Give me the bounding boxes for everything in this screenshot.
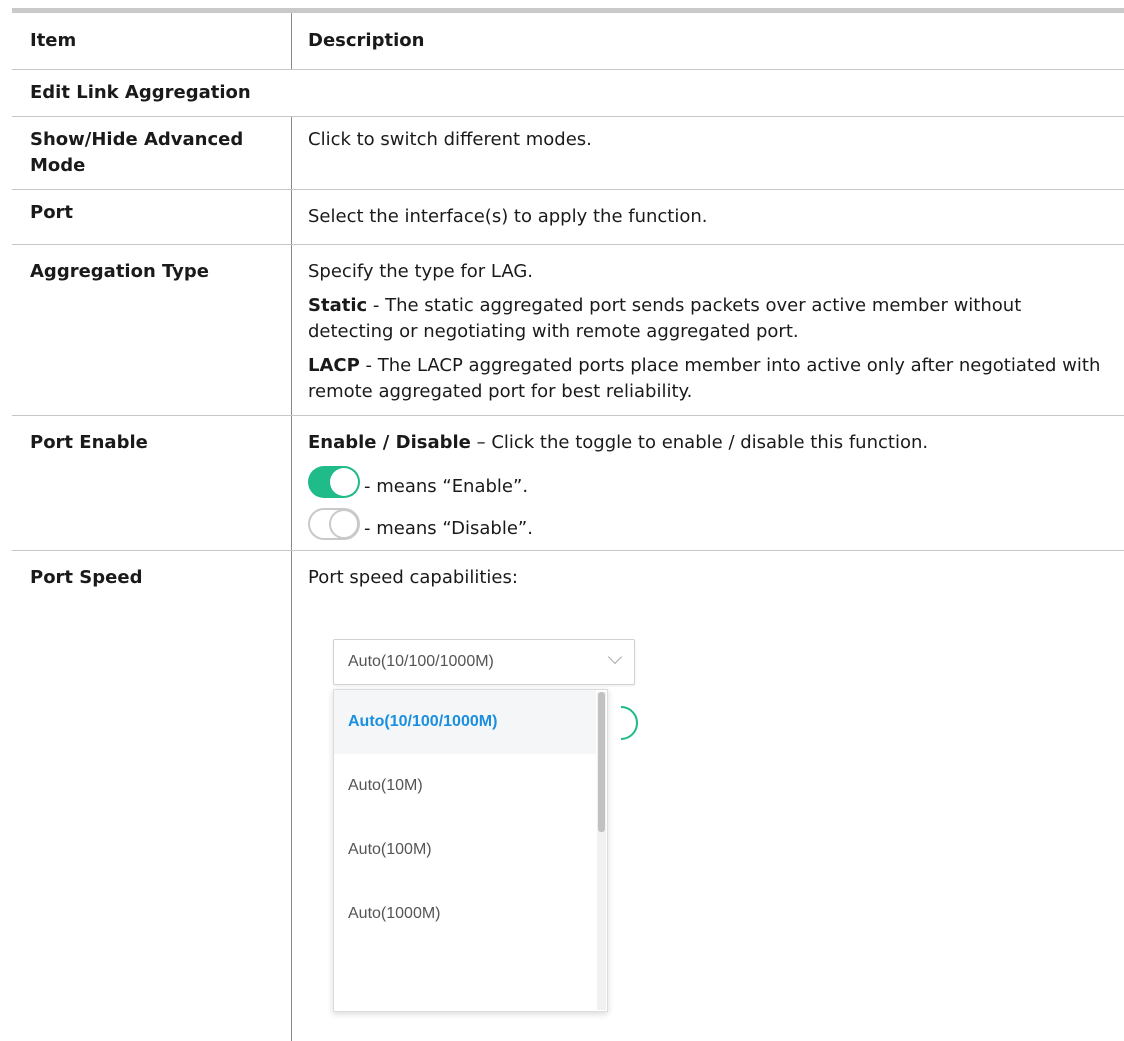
option-auto-10-100-1000m[interactable]: Auto(10/100/1000M) [334,690,596,754]
option-auto-10m[interactable]: Auto(10M) [334,754,596,818]
description-table: Item Description Edit Link Aggregation S… [12,8,1124,1041]
chevron-down-icon [607,649,623,665]
toggle-off-line: - means “Disable”. [308,500,1108,540]
dropdown-scrollbar[interactable] [597,692,606,1010]
table-header-row: Item Description [12,13,1124,70]
header-description: Description [308,30,425,51]
toggle-on-icon [308,466,360,498]
speed-screenshot: Auto(10/100/1000M) Auto(10/100/1000M) Au… [308,591,1108,1031]
scrollbar-thumb[interactable] [598,692,605,832]
section-row: Edit Link Aggregation [12,70,1124,117]
enable-text: – Click the toggle to enable / disable t… [470,432,929,453]
table-row: Port Speed Port speed capabilities: Auto… [12,551,1124,1041]
aggregation-intro: Specify the type for LAG. [308,261,533,282]
port-speed-dropdown: Auto(10/100/1000M) Auto(10M) Auto(100M) … [333,689,608,1012]
toggle-off-icon [308,508,360,540]
row-description: Enable / Disable – Click the toggle to e… [292,416,1124,550]
table-row: Port Select the interface(s) to apply th… [12,190,1124,245]
table-row: Aggregation Type Specify the type for LA… [12,245,1124,416]
toggle-peek-icon [621,706,638,740]
lacp-text: - The LACP aggregated ports place member… [308,355,1101,402]
static-paragraph: Static - The static aggregated port send… [308,293,1108,345]
option-auto-100m[interactable]: Auto(100M) [334,818,596,882]
row-description: Select the interface(s) to apply the fun… [308,206,708,227]
enable-paragraph: Enable / Disable – Click the toggle to e… [308,430,1108,456]
row-item: Show/Hide Advanced Mode [12,117,292,189]
table-row: Show/Hide Advanced Mode Click to switch … [12,117,1124,190]
enable-label: Enable / Disable [308,432,471,453]
port-speed-select[interactable]: Auto(10/100/1000M) [333,639,635,685]
table-row: Port Enable Enable / Disable – Click the… [12,416,1124,551]
section-title: Edit Link Aggregation [30,82,251,103]
lacp-label: LACP [308,355,360,376]
header-item: Item [12,13,292,69]
speed-intro: Port speed capabilities: [308,567,518,588]
option-auto-1000m[interactable]: Auto(1000M) [334,882,596,946]
toggle-on-text: - means “Enable”. [364,476,529,497]
row-description: Port speed capabilities: Auto(10/100/100… [292,551,1124,1041]
row-description: Specify the type for LAG. Static - The s… [292,245,1124,415]
row-item: Port Enable [12,416,292,550]
row-item: Port [12,190,292,244]
toggle-off-text: - means “Disable”. [364,518,533,539]
lacp-paragraph: LACP - The LACP aggregated ports place m… [308,353,1108,405]
select-value: Auto(10/100/1000M) [348,653,494,670]
row-description: Click to switch different modes. [308,129,592,150]
row-item: Port Speed [12,551,292,1041]
toggle-on-line: - means “Enable”. [308,458,1108,498]
static-label: Static [308,295,368,316]
static-text: - The static aggregated port sends packe… [308,295,1022,342]
row-item: Aggregation Type [12,245,292,415]
